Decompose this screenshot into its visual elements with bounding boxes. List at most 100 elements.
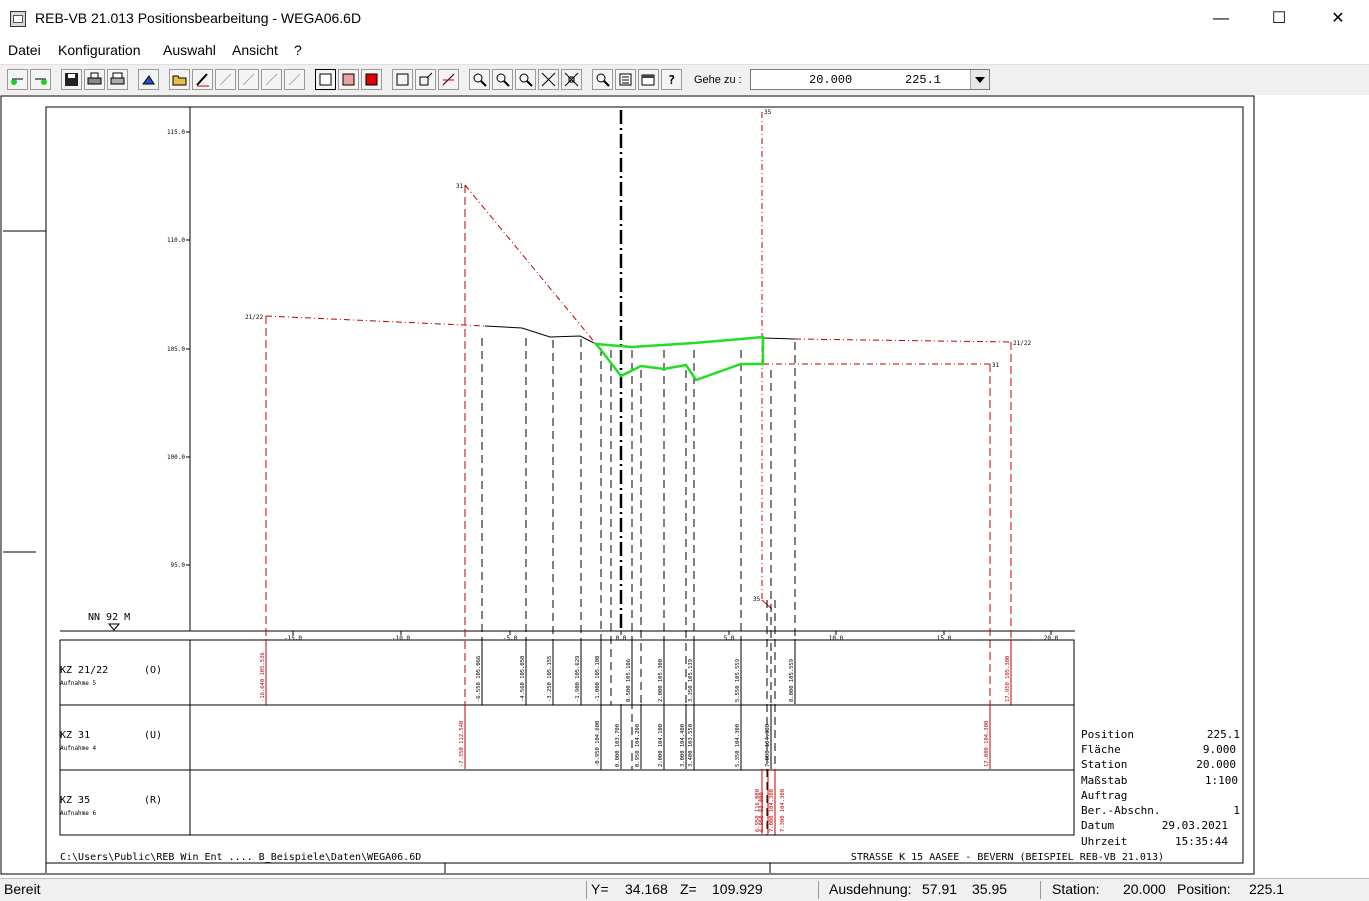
menu-datei[interactable]: Datei — [8, 42, 41, 58]
menu-help[interactable]: ? — [294, 42, 302, 58]
next-position-button[interactable] — [30, 69, 51, 90]
status-extent-y: 35.95 — [972, 881, 1008, 897]
toolbar: ? Gehe zu : 20.000 225.1 — [0, 64, 1369, 96]
row-value: 3.400 103.550 — [688, 724, 694, 767]
zoom-out-button[interactable] — [515, 69, 536, 90]
goto-combobox[interactable]: 20.000 225.1 — [750, 69, 990, 90]
printer-icon — [87, 72, 102, 85]
goto-dropdown-arrow-icon[interactable] — [970, 70, 989, 89]
arrow-left-green-icon — [11, 78, 23, 85]
row-code: (O) — [144, 665, 162, 676]
zoom-extent-button[interactable] — [538, 69, 559, 90]
x-tick-label: 5.0 — [724, 635, 735, 642]
row-value: 5.350 104.300 — [735, 724, 741, 767]
point-label: 31 — [992, 362, 1000, 369]
x-tick-label: -10.0 — [392, 635, 410, 642]
magnifier-icon — [596, 73, 610, 87]
y-tick-label: 95.0 — [171, 562, 186, 569]
rectangle-icon — [396, 73, 409, 86]
resize-tool-button[interactable] — [415, 69, 436, 90]
status-z-value: 109.929 — [712, 881, 763, 897]
zoom-m-button[interactable] — [469, 69, 490, 90]
row-value: -7.350 112.540 — [459, 721, 465, 767]
minimize-button[interactable]: — — [1192, 0, 1250, 38]
save-button[interactable] — [61, 69, 82, 90]
menu-konfiguration[interactable]: Konfiguration — [58, 42, 141, 58]
cut-line-icon — [442, 73, 455, 86]
edit-pen-button[interactable] — [192, 69, 213, 90]
row-value: 17.000 104.300 — [984, 721, 990, 767]
row-value: -0.950 104.600 — [595, 721, 601, 767]
row-value: -1.900 105.629 — [575, 656, 581, 702]
line-lu-button[interactable] — [238, 69, 259, 90]
x-tick-label: -15.0 — [284, 635, 302, 642]
x-tick-label: -5.0 — [503, 635, 518, 642]
status-ready: Bereit — [4, 881, 41, 897]
cut-line-button[interactable] — [438, 69, 459, 90]
properties-button[interactable] — [638, 69, 659, 90]
line-lo-button[interactable] — [215, 69, 236, 90]
expand-arrows-icon — [541, 72, 556, 87]
square-outline-icon — [319, 73, 332, 86]
status-y-label: Y= — [591, 881, 609, 897]
frame-filled-button[interactable] — [361, 69, 382, 90]
line-lu-icon — [242, 73, 255, 86]
info-label: Position — [1081, 728, 1134, 741]
status-bar: Bereit Y= 34.168 Z= 109.929 Ausdehnung: … — [0, 878, 1369, 901]
list-button[interactable] — [615, 69, 636, 90]
line-ru-button[interactable] — [284, 69, 305, 90]
svg-text:?: ? — [668, 73, 675, 87]
frame-hatched-button[interactable] — [338, 69, 359, 90]
square-hatched-icon — [342, 73, 355, 86]
zoom-fit-button[interactable] — [561, 69, 582, 90]
list-icon — [619, 73, 632, 86]
row-code: (R) — [144, 795, 162, 806]
export-icon — [142, 75, 155, 85]
print-button[interactable] — [84, 69, 105, 90]
menu-ansicht[interactable]: Ansicht — [232, 42, 278, 58]
info-value: 20.000 — [1196, 758, 1236, 771]
row-value: -1.000 105.108 — [595, 656, 601, 702]
info-label: Fläche — [1081, 743, 1121, 756]
status-station-label: Station: — [1052, 881, 1100, 897]
export-button[interactable] — [138, 69, 159, 90]
row-name: KZ 35 — [60, 795, 90, 806]
app-icon[interactable] — [10, 11, 26, 27]
drawing-workspace[interactable]: 115.0 110.0 105.0 100.0 95.0 -15.0 -10.0 -5.0 0… — [0, 95, 1369, 878]
square-red-icon — [365, 73, 378, 86]
rectangle-tool-button[interactable] — [392, 69, 413, 90]
x-tick-label: 0.0 — [616, 635, 627, 642]
y-tick-label: 105.0 — [167, 346, 185, 353]
folder-icon — [172, 75, 187, 86]
open-folder-button[interactable] — [169, 69, 190, 90]
footer-path: C:\Users\Public\REB Win Ent .... B_Beisp… — [60, 852, 421, 863]
print-all-button[interactable] — [107, 69, 128, 90]
line-ro-button[interactable] — [261, 69, 282, 90]
row-sub: Aufnahme 6 — [60, 810, 97, 817]
x-tick-label: 15.0 — [937, 635, 952, 642]
row-sub: Aufnahme 4 — [60, 745, 97, 752]
row-value: 7.000 104.300 — [765, 724, 771, 767]
zoom-k-button[interactable] — [592, 69, 613, 90]
info-label: Uhrzeit — [1081, 835, 1127, 848]
zoom-f-button[interactable] — [492, 69, 513, 90]
previous-position-button[interactable] — [7, 69, 28, 90]
cross-section-drawing[interactable]: 115.0110.0105.0100.095.0 -15.0 -10.0 -5.0 0… — [0, 95, 1369, 878]
goto-position-value: 225.1 — [905, 73, 942, 87]
properties-icon — [641, 74, 655, 86]
row-name: KZ 31 — [60, 730, 90, 741]
floppy-disk-icon — [65, 73, 78, 86]
menu-auswahl[interactable]: Auswahl — [163, 42, 216, 58]
help-button[interactable]: ? — [661, 69, 682, 90]
status-extent-x: 57.91 — [922, 881, 958, 897]
row-value: -16.640 105.536 — [260, 652, 266, 702]
frame-white-button[interactable] — [315, 69, 336, 90]
row-value: 8.000 105.559 — [789, 659, 795, 702]
point-label: 35 — [753, 596, 761, 603]
maximize-button[interactable]: ☐ — [1250, 0, 1308, 38]
info-value: 15:35:44 — [1175, 835, 1228, 848]
row-value: -3.250 105.155 — [547, 656, 553, 702]
close-button[interactable]: ✕ — [1309, 0, 1367, 38]
magnifier-icon — [473, 73, 487, 87]
point-label: 31 — [456, 183, 464, 190]
